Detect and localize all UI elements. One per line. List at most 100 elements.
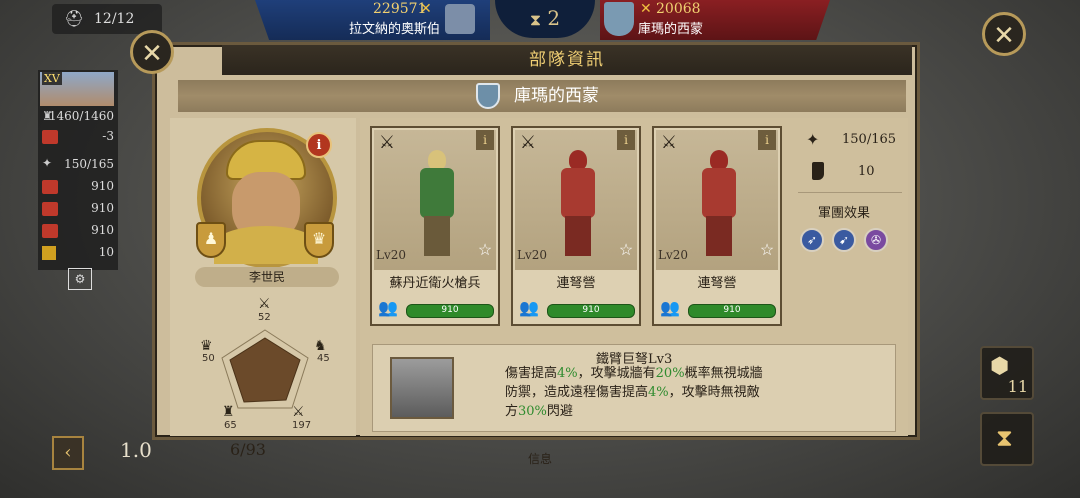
formation-button[interactable]: ⬢ 11 — [980, 346, 1034, 400]
faction-shield-icon — [476, 83, 500, 109]
eagle-icon: ✦ — [806, 130, 820, 149]
crown-icon: ♛ — [200, 338, 213, 354]
chevron-left-icon: ‹ — [64, 442, 72, 463]
troop-card[interactable]: ⚔ i Lv20 ☆ 連弩營 👥 910 — [652, 126, 782, 326]
attacker-power: 229571 — [373, 1, 427, 17]
unit-name: 庫瑪的西蒙 — [514, 86, 599, 106]
army-stats: ✦ 150/165 10 軍團效果 ➶ ➹ ✇ — [798, 128, 902, 258]
skill-text: 閃避 — [546, 404, 573, 419]
side-troops-row: ♜ 1460/1460 — [38, 108, 118, 126]
troop-name: 連弩營 — [697, 276, 737, 291]
attack-icon: ⚔ — [258, 296, 271, 312]
side-unit-troops: 910 — [91, 201, 114, 215]
defender-banner[interactable]: ✕ 20068 庫瑪的西蒙 — [600, 0, 830, 40]
crossbow-stat-icon: ⚔ — [292, 404, 305, 420]
formation-count: 11 — [1007, 377, 1028, 396]
pentagon-fill — [229, 337, 301, 403]
unit-name-bar: 庫瑪的西蒙 — [178, 80, 906, 112]
side-army-row: ✦ 150/165 — [38, 156, 118, 174]
troop-card[interactable]: ⚔ i Lv20 ☆ 蘇丹近衛火槍兵 👥 910 — [370, 126, 500, 326]
pawn-rank-icon: ♟ — [196, 222, 226, 258]
card-info-button[interactable]: i — [476, 130, 494, 150]
dialog-title: 部隊資訊 — [529, 50, 605, 70]
effect-target-icon[interactable]: ✇ — [864, 228, 888, 252]
close-icon: ✕ — [141, 39, 163, 69]
skill-description: 傷害提高4%，攻擊城牆有20%概率無視城牆 防禦，造成遠程傷害提高4%，攻擊時無… — [505, 364, 785, 421]
skill-line-1: 傷害提高4%，攻擊城牆有20%概率無視城牆 — [505, 364, 785, 383]
end-turn-button[interactable]: ⧗ — [980, 412, 1034, 466]
side-unit-row: 910 — [38, 222, 118, 240]
side-unit-troops: 910 — [91, 179, 114, 193]
crossbow-category-icon: ⚔ — [378, 132, 396, 153]
info-label[interactable]: 信息 — [528, 450, 552, 467]
dialog-title-bar: 部隊資訊 — [222, 45, 912, 75]
general-info-button[interactable]: i — [306, 132, 332, 158]
page-indicator: 6/93 — [230, 440, 266, 459]
defender-power: 20068 — [656, 1, 701, 17]
side-unit-troops: 910 — [91, 223, 114, 237]
horse-icon: ♞ — [314, 338, 327, 354]
battle-count: 2 — [547, 6, 561, 30]
dialog-close-button[interactable]: ✕ — [130, 30, 174, 74]
rank-star-icon: ☆ — [759, 240, 775, 259]
crossbow-icon — [42, 202, 58, 216]
troops-count-icon: 👥 — [378, 298, 398, 317]
level-badge: XV — [42, 72, 62, 85]
general-name-plate: 李世民 — [195, 267, 339, 287]
skill-highlight: 30% — [518, 404, 547, 419]
side-mobility: 10 — [98, 245, 114, 259]
attacker-banner[interactable]: ✕ 229571 拉文納的奧斯伯 — [255, 0, 490, 40]
side-delta-row: -3 — [38, 128, 118, 146]
rank-star-icon: ☆ — [618, 240, 634, 259]
effect-archer-icon[interactable]: ➹ — [832, 228, 856, 252]
skill-text: 傷害提高 — [505, 366, 558, 381]
swords-icon: ✕ — [640, 1, 652, 17]
general-name: 李世民 — [248, 270, 285, 284]
crossbow-icon — [42, 224, 58, 238]
boot-icon — [812, 162, 824, 180]
side-delta: -3 — [102, 129, 114, 143]
castle-icon: ♜ — [222, 404, 235, 420]
skill-highlight: 20% — [655, 366, 685, 381]
siege-icon[interactable]: ⚙ — [68, 268, 92, 290]
troop-name: 蘇丹近衛火槍兵 — [389, 276, 481, 291]
skill-text: 防禦，造成遠程傷害提高 — [505, 385, 649, 400]
army-mobility: 10 — [858, 164, 875, 179]
troop-count-bar: 910 — [547, 304, 635, 318]
zoom-level: 1.0 — [120, 438, 152, 462]
hourglass-icon: ⧗ — [529, 10, 542, 29]
troops-count-icon: 👥 — [519, 298, 539, 317]
skill-text: ，攻擊時無視敵 — [668, 385, 760, 400]
hourglass-icon: ⧗ — [996, 424, 1013, 452]
skill-text: 方 — [505, 404, 519, 419]
skill-text: ，攻擊城牆有 — [577, 366, 656, 381]
screen-close-button[interactable]: ✕ — [982, 12, 1026, 56]
card-info-button[interactable]: i — [617, 130, 635, 150]
musketeer-figure — [414, 148, 460, 258]
crossbow-icon — [42, 180, 58, 194]
eagle-icon: ✦ — [42, 156, 53, 170]
stat-siege: 65 — [224, 420, 237, 431]
effect-arrow-icon[interactable]: ➶ — [800, 228, 824, 252]
stat-ranged: 197 — [292, 420, 312, 431]
boot-icon — [42, 246, 56, 260]
health-indicator: ⛑ 12/12 — [52, 4, 162, 34]
ballista-image — [390, 357, 454, 419]
city-thumbnail[interactable]: XV — [40, 72, 114, 106]
card-info-button[interactable]: i — [758, 130, 776, 150]
troop-level: Lv20 — [517, 248, 548, 262]
battle-counter: ⧗ 2 — [495, 0, 595, 38]
side-unit-row: 910 — [38, 200, 118, 218]
side-army: 150/165 — [64, 157, 114, 171]
legion-effect-label: 軍團效果 — [818, 206, 871, 221]
troop-card[interactable]: ⚔ i Lv20 ☆ 連弩營 👥 910 — [511, 126, 641, 326]
skill-line-2: 防禦，造成遠程傷害提高4%，攻擊時無視敵 — [505, 383, 785, 402]
crossbowman-figure — [696, 148, 742, 258]
skill-highlight: 4% — [648, 385, 669, 400]
morale-icon — [42, 130, 58, 144]
crossbow-category-icon: ⚔ — [519, 132, 537, 153]
defender-name: 庫瑪的西蒙 — [638, 22, 704, 37]
eagle-shield-icon — [604, 2, 634, 36]
prev-button[interactable]: ‹ — [52, 436, 84, 470]
troops-count-icon: 👥 — [660, 298, 680, 317]
